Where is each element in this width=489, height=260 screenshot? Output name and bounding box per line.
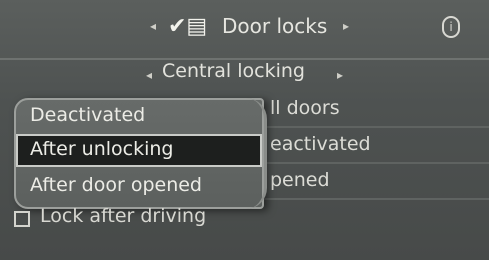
central-locking-row[interactable]: ◂ Central locking ▸ xyxy=(0,58,489,92)
previous-arrow-icon[interactable]: ◂ xyxy=(146,68,152,82)
lock-after-driving-label: Lock after driving xyxy=(40,205,207,227)
lock-after-driving-option[interactable]: Lock after driving xyxy=(14,205,314,235)
info-icon[interactable]: i xyxy=(442,16,460,38)
previous-arrow-icon[interactable]: ◂ xyxy=(150,19,156,33)
next-arrow-icon[interactable]: ▸ xyxy=(337,68,343,82)
section-title: Central locking xyxy=(162,60,305,82)
header-bar: ◂ ✔▤ Door locks ▸ i xyxy=(0,0,489,60)
door-locks-screen: ◂ ✔▤ Door locks ▸ i ◂ Central locking ▸ … xyxy=(0,0,489,260)
page-title: Door locks xyxy=(222,14,328,38)
next-arrow-icon[interactable]: ▸ xyxy=(343,19,349,33)
list-item[interactable]: pened xyxy=(258,164,489,200)
background-options-list: ll doors eactivated pened xyxy=(258,92,489,200)
lock-after-driving-checkbox[interactable] xyxy=(14,211,30,227)
option-after-unlocking[interactable]: After unlocking xyxy=(16,134,262,167)
car-lock-check-icon: ✔▤ xyxy=(168,14,208,39)
popup-scroll-edge xyxy=(246,98,267,209)
option-deactivated[interactable]: Deactivated xyxy=(16,100,262,133)
door-locks-menu-row[interactable]: ◂ ✔▤ Door locks ▸ i xyxy=(0,10,489,44)
option-after-door-opened[interactable]: After door opened xyxy=(16,170,262,203)
list-item[interactable]: ll doors xyxy=(258,92,489,128)
option-popup: Deactivated After unlocking After door o… xyxy=(14,98,264,209)
list-item[interactable]: eactivated xyxy=(258,128,489,164)
